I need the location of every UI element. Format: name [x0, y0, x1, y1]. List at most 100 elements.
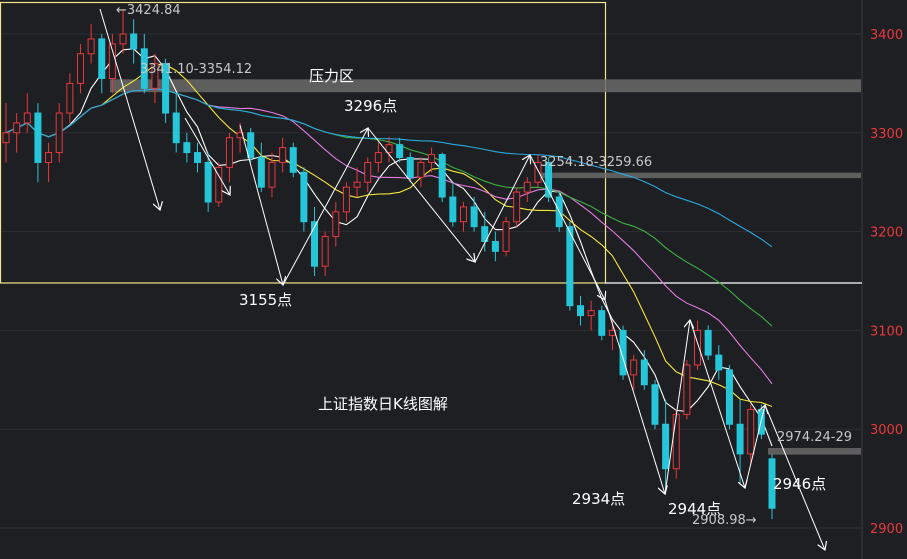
candle — [704, 325, 712, 361]
candle — [321, 231, 329, 277]
candle — [279, 137, 287, 173]
candle-body — [598, 310, 606, 336]
candle — [66, 73, 74, 123]
candle — [289, 142, 297, 178]
candle — [364, 157, 372, 193]
chart-title: 上证指数日K线图解 — [318, 395, 448, 413]
ma30-line — [5, 88, 773, 327]
candle-body — [523, 181, 531, 193]
chart-stage: 3400 3300 3200 3100 3000 2900 ←3424.84 3341.1… — [0, 0, 907, 559]
candle-body — [683, 364, 691, 415]
candle-body — [417, 161, 425, 178]
candle — [342, 182, 350, 222]
candle-body — [566, 226, 574, 307]
candle-body — [23, 112, 31, 124]
candle — [683, 360, 691, 420]
candle — [640, 350, 648, 390]
candle-body — [130, 33, 138, 50]
candle-body — [747, 408, 755, 455]
candle-body — [257, 157, 265, 188]
candle-body — [183, 142, 191, 154]
candle — [236, 122, 244, 153]
candle-body — [66, 82, 74, 114]
candle-body — [87, 38, 95, 55]
candle — [715, 345, 723, 380]
candle-body — [428, 154, 436, 163]
band-mid — [540, 172, 861, 179]
candle-body — [45, 152, 53, 163]
candle — [502, 216, 510, 257]
candle-body — [268, 161, 276, 188]
annotation-resistance-zone: 压力区 — [309, 67, 354, 85]
candle — [672, 409, 680, 479]
candle — [76, 43, 84, 94]
candle — [587, 300, 595, 331]
candle-body — [577, 305, 584, 317]
candle — [215, 162, 223, 207]
candle-body — [725, 369, 733, 425]
candle — [98, 34, 106, 94]
candle — [385, 136, 393, 163]
y-tick-label: 2900 — [870, 522, 903, 537]
candle — [2, 103, 10, 163]
y-axis: 3400 3300 3200 3100 3000 2900 — [870, 28, 903, 537]
swing-line — [99, 8, 160, 210]
candle-body — [704, 329, 712, 356]
annotation-resistance-upper: 3341.10-3354.12 — [140, 62, 252, 77]
candle — [34, 103, 42, 183]
candle — [577, 295, 584, 326]
candle — [470, 197, 478, 232]
candle-body — [438, 154, 446, 198]
y-tick-label: 3300 — [870, 127, 903, 142]
candle — [130, 19, 138, 64]
candle-body — [98, 38, 106, 79]
kline-chart: 3400 3300 3200 3100 3000 2900 ←3424.84 3341.1… — [0, 0, 903, 559]
candle — [374, 142, 382, 173]
candle-body — [662, 423, 670, 470]
candle-body — [406, 157, 414, 178]
candle — [332, 201, 340, 247]
candle-body — [311, 221, 319, 267]
candle-body — [396, 144, 404, 159]
candle-body — [194, 152, 201, 163]
y-tick-label: 3100 — [870, 324, 903, 339]
annotation-2908: 2908.98→ — [692, 513, 757, 528]
candle-body — [374, 152, 382, 163]
annotation-band-low: 2974.24-29 — [777, 430, 852, 445]
candle-body — [225, 137, 233, 168]
y-tick-label: 3200 — [870, 226, 903, 241]
candle-body — [502, 221, 510, 252]
candle-body — [321, 236, 329, 267]
swing-line — [689, 319, 745, 488]
candle-body — [279, 147, 287, 163]
candle-body — [736, 423, 744, 455]
candle-body — [459, 206, 467, 223]
annotation-2946: 2946点 — [773, 475, 826, 493]
candle-body — [332, 211, 340, 238]
y-tick-label: 3400 — [870, 28, 903, 43]
candle — [87, 24, 95, 64]
candle — [523, 177, 531, 202]
candle-body — [640, 359, 648, 386]
candle-body — [34, 112, 42, 163]
candle-body — [715, 354, 723, 371]
candle-body — [204, 161, 212, 203]
candle — [23, 93, 31, 133]
candle-body — [364, 161, 372, 183]
y-tick-label: 3000 — [870, 423, 903, 438]
candle — [55, 103, 63, 163]
swing-line — [367, 127, 475, 262]
candle — [194, 142, 201, 173]
candle — [651, 379, 659, 430]
candle-body — [119, 33, 127, 45]
annotation-band-mid: 3254.18-3259.66 — [540, 155, 652, 170]
candle — [225, 132, 233, 183]
candle — [598, 305, 606, 341]
candle — [449, 182, 457, 227]
candle — [183, 132, 191, 163]
candle — [311, 206, 319, 277]
annotation-2934: 2934点 — [572, 490, 625, 508]
candle-body — [2, 132, 10, 144]
candle — [45, 142, 53, 183]
candle — [481, 211, 489, 252]
